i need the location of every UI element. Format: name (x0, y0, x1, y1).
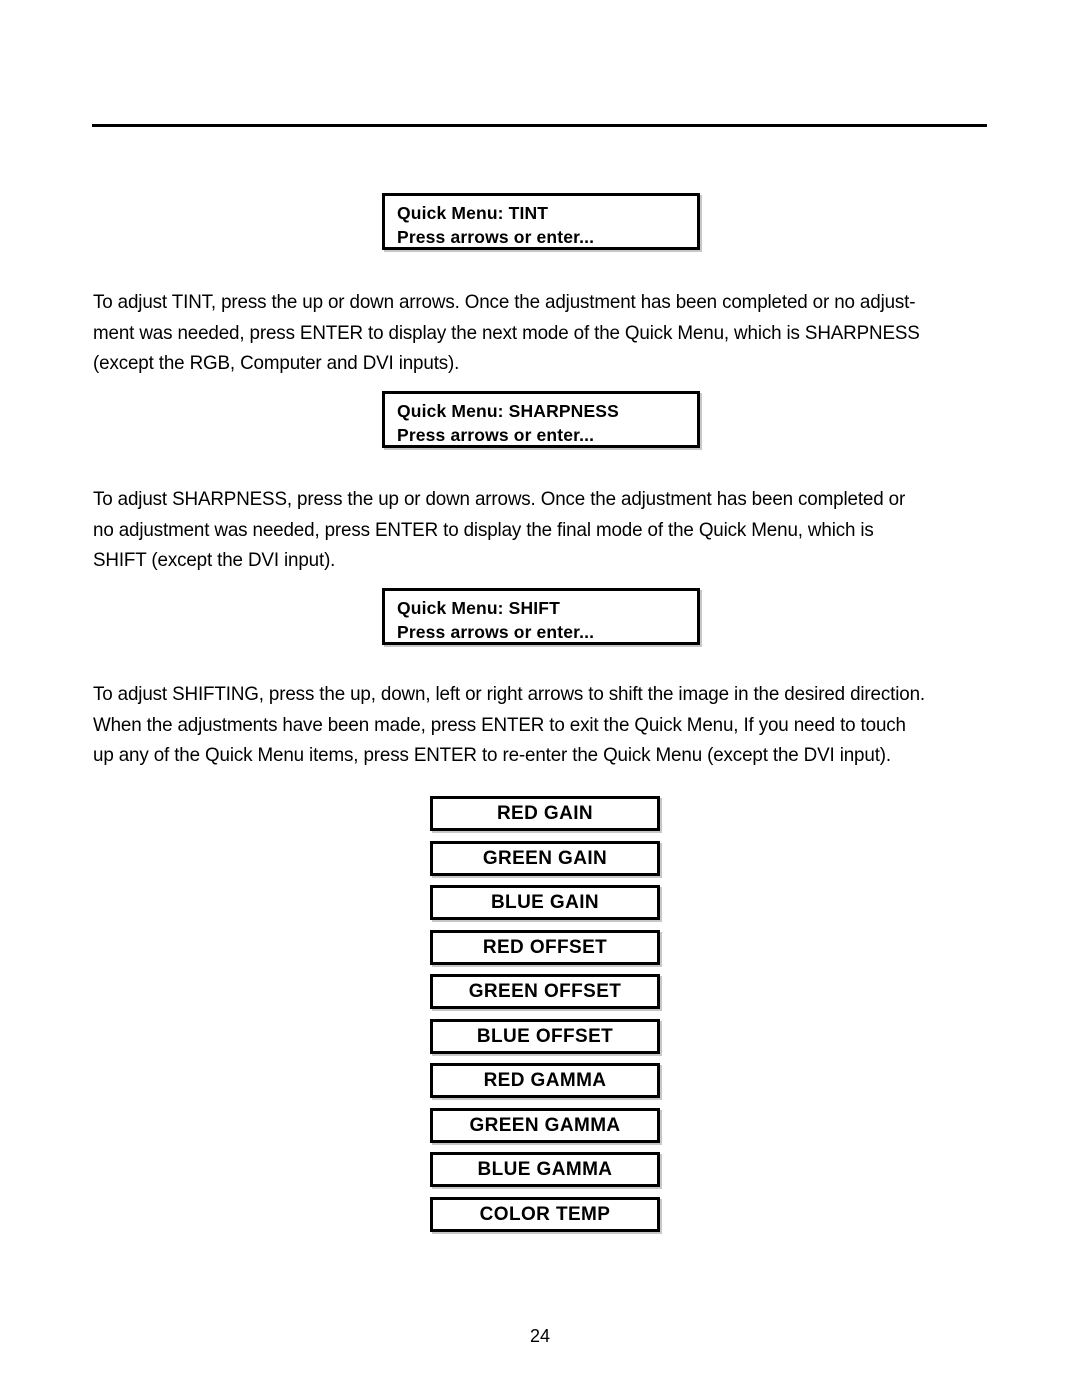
osd-title-shift: Quick Menu: SHIFT (397, 598, 560, 618)
osd-prompt-shift: Press arrows or enter... (397, 622, 595, 642)
menu-item-label: BLUE GAIN (490, 892, 600, 913)
menu-item-label: COLOR TEMP (479, 1203, 611, 1225)
menu-item-green-offset: GREEN OFFSET (430, 974, 660, 1009)
menu-item-green-gain: GREEN GAIN (430, 840, 660, 876)
osd-box-shift: Quick Menu: SHIFT Press arrows or enter.… (382, 588, 700, 645)
page-number: 24 (529, 1326, 551, 1346)
header-rule-divider (92, 124, 987, 127)
menu-item-red-gain: RED GAIN (430, 796, 660, 831)
manual-page: Quick Menu: TINT Press arrows or enter..… (0, 0, 1080, 1397)
menu-item-label: GREEN OFFSET (468, 981, 622, 1002)
menu-item-green-gamma: GREEN GAMMA (430, 1107, 660, 1143)
menu-item-label: GREEN GAIN (482, 847, 608, 869)
paragraph-sharpness: To adjust SHARPNESS, press the up or dow… (93, 488, 906, 571)
paragraph-tint: To adjust TINT, press the up or down arr… (93, 291, 920, 374)
osd-box-sharpness: Quick Menu: SHARPNESS Press arrows or en… (382, 391, 700, 448)
osd-prompt-tint: Press arrows or enter... (397, 227, 595, 247)
menu-item-red-gamma: RED GAMMA (430, 1063, 660, 1098)
menu-item-blue-gain: BLUE GAIN (430, 885, 660, 920)
menu-item-label: GREEN GAMMA (469, 1114, 621, 1136)
menu-item-label: RED GAMMA (483, 1070, 607, 1091)
menu-item-blue-offset: BLUE OFFSET (430, 1018, 660, 1054)
menu-item-label: BLUE OFFSET (476, 1025, 614, 1047)
menu-item-label: RED OFFSET (482, 936, 608, 958)
paragraph-shift: To adjust SHIFTING, press the up, down, … (93, 683, 925, 766)
osd-title-tint: Quick Menu: TINT (397, 203, 549, 223)
menu-item-color-temp: COLOR TEMP (430, 1196, 660, 1232)
menu-item-red-offset: RED OFFSET (430, 929, 660, 965)
menu-item-blue-gamma: BLUE GAMMA (430, 1152, 660, 1187)
osd-prompt-sharpness: Press arrows or enter... (397, 425, 595, 445)
osd-title-sharpness: Quick Menu: SHARPNESS (397, 401, 619, 421)
menu-item-label: BLUE GAMMA (477, 1159, 613, 1180)
menu-item-label: RED GAIN (496, 803, 594, 824)
color-control-menu-stack: RED GAIN GREEN GAIN BLUE GAIN RED OFFSET… (430, 796, 660, 1241)
osd-box-tint: Quick Menu: TINT Press arrows or enter..… (382, 193, 700, 250)
